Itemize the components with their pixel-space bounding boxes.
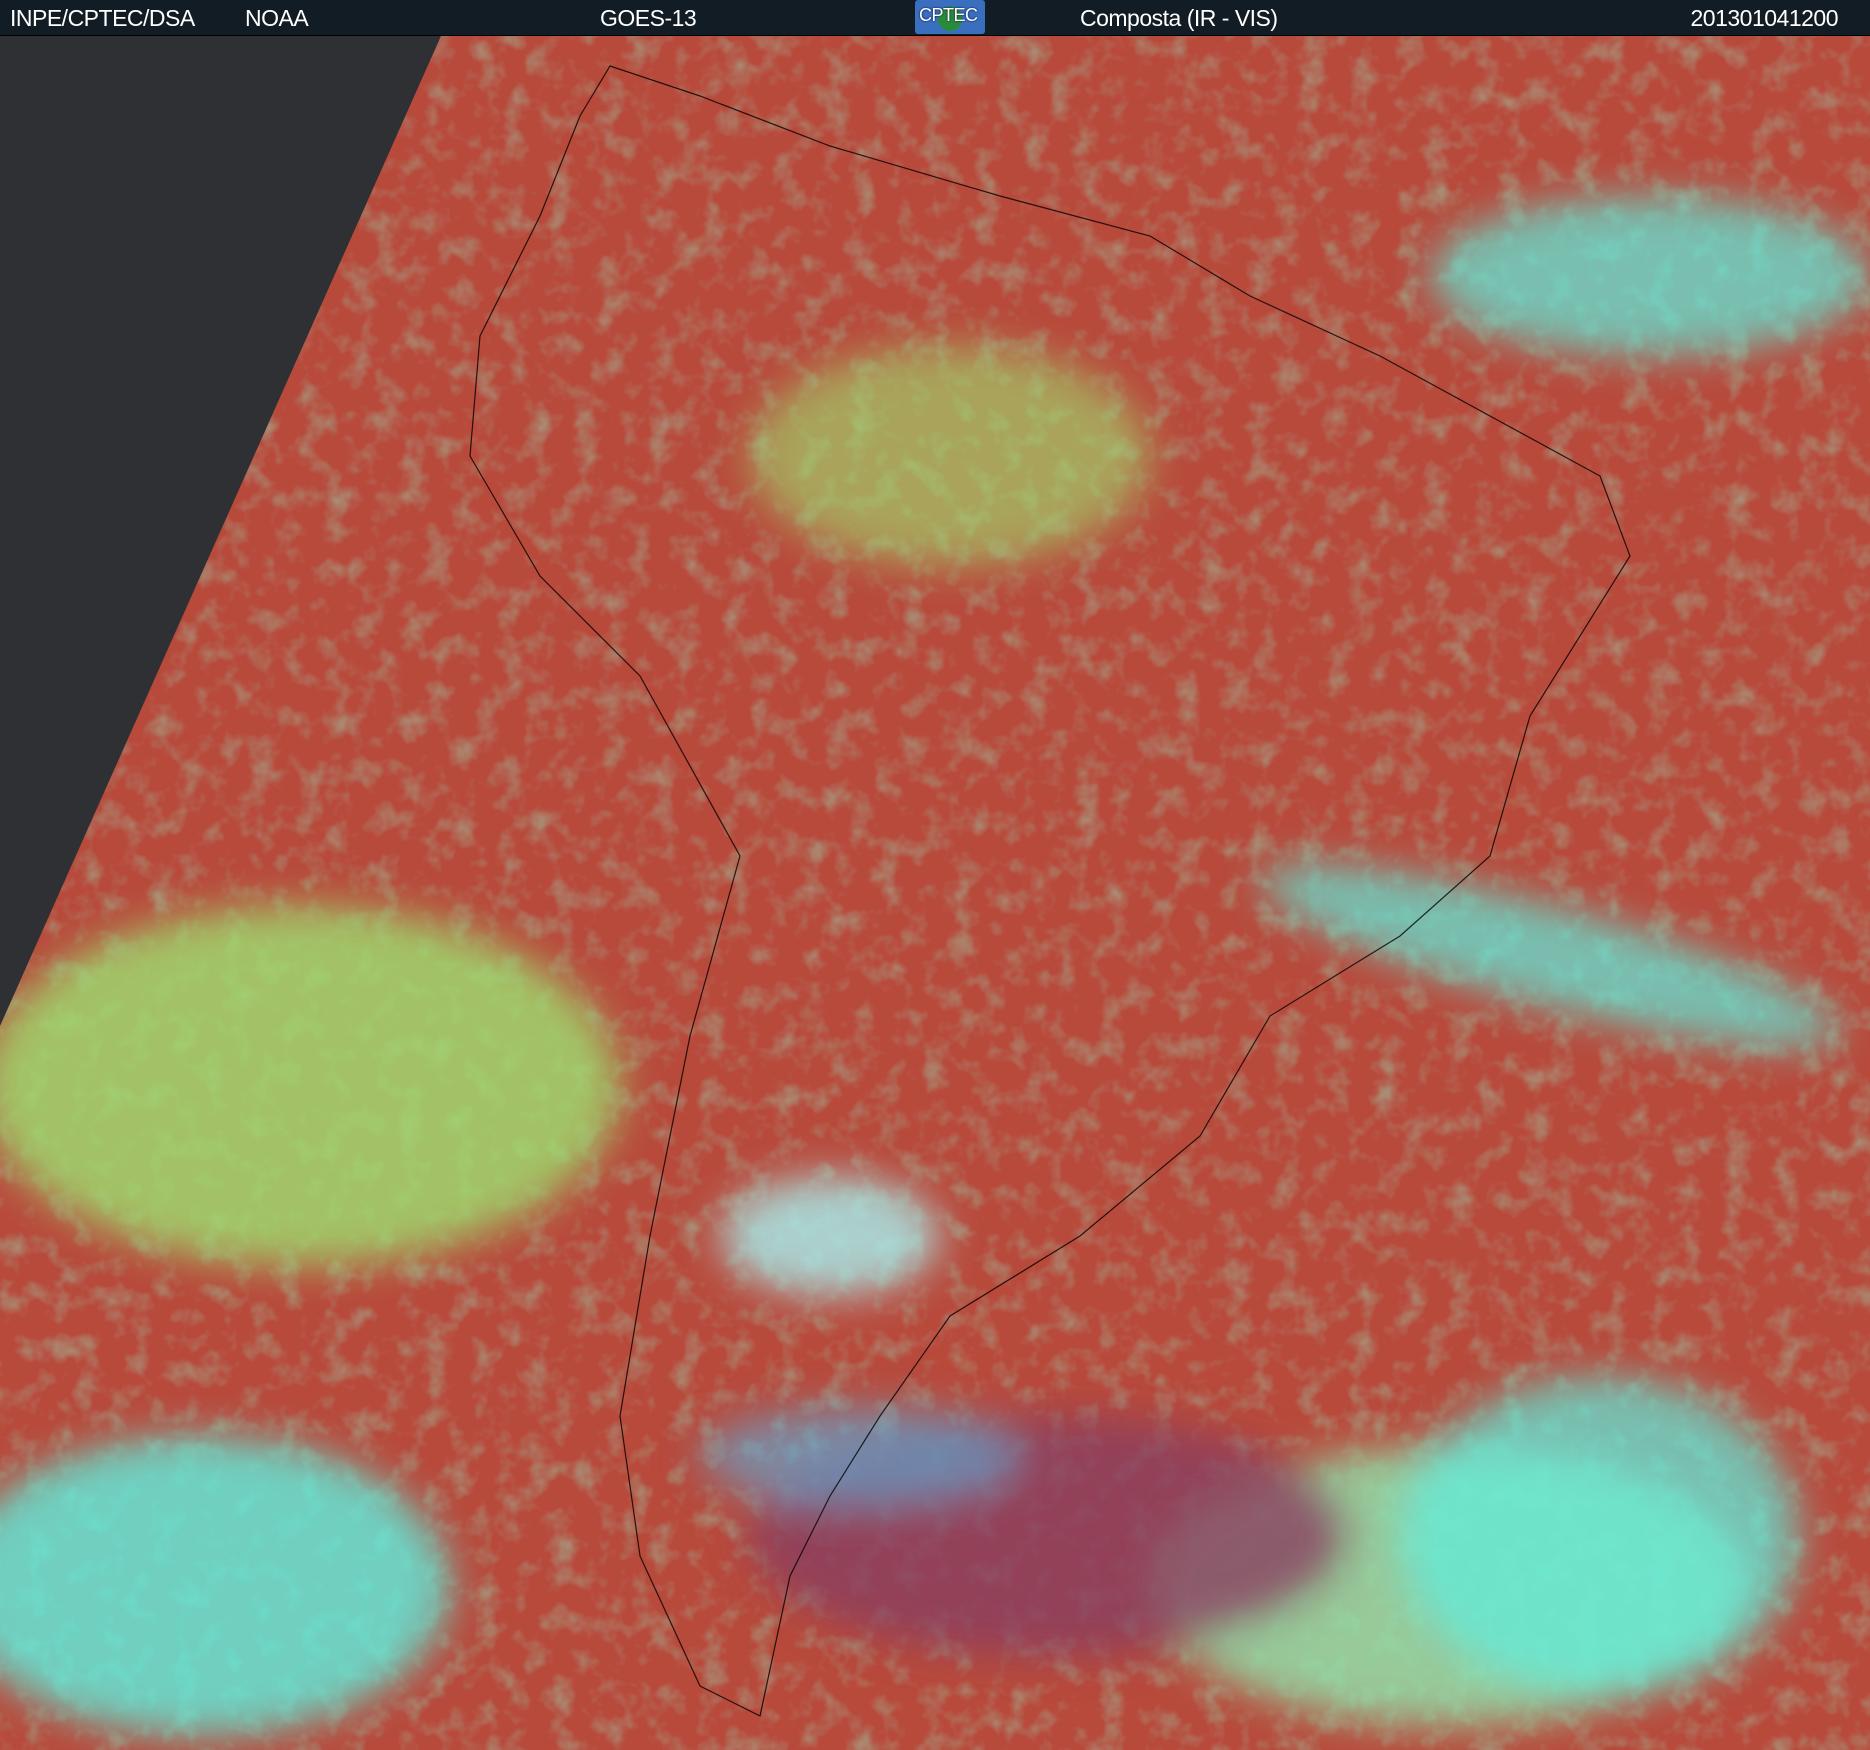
timestamp-label: 201301041200 (1690, 5, 1839, 31)
satellite-image (0, 36, 1870, 1750)
product-label: Composta (IR - VIS) (1080, 5, 1278, 31)
header-bar: INPE/CPTEC/DSA NOAA GOES-13 CPTEC Compos… (0, 0, 1870, 36)
cptec-logo-icon: CPTEC (915, 0, 985, 34)
satellite-label: GOES-13 (600, 5, 697, 31)
agency-label: INPE/CPTEC/DSA (10, 5, 195, 31)
partner-label: NOAA (245, 5, 309, 31)
